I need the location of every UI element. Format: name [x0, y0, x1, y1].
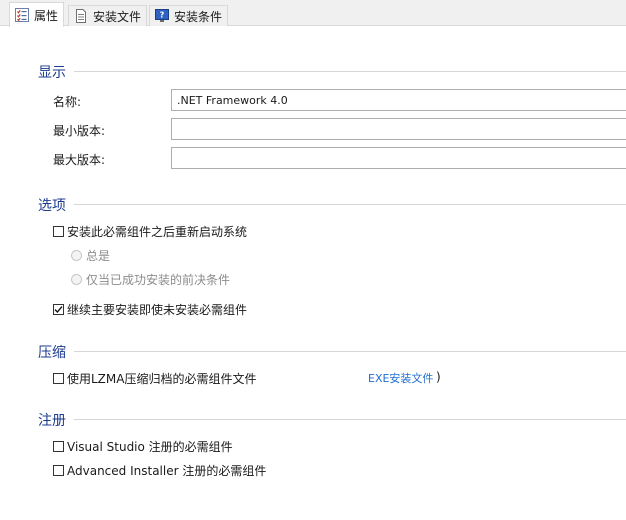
- restart-label: 安装此必需组件之后重新启动系统: [67, 225, 248, 239]
- checkbox-box[interactable]: [53, 441, 64, 452]
- tab-strip: 属性 安装文件 ? 安装条件: [0, 0, 626, 27]
- section-divider: [74, 204, 626, 205]
- max-version-input[interactable]: [171, 147, 626, 169]
- name-input[interactable]: [171, 89, 626, 111]
- ai-registered-label: Advanced Installer 注册的必需组件: [67, 464, 267, 478]
- tab-label: 安装文件: [93, 9, 142, 24]
- tab-label: 属性: [34, 8, 59, 23]
- tab-properties[interactable]: 属性: [9, 2, 65, 27]
- only-if-installed-label: 仅当已成功安装的前决条件: [86, 273, 231, 287]
- radio-circle[interactable]: [71, 274, 82, 285]
- checkbox-box[interactable]: [53, 373, 64, 384]
- document-icon: [74, 9, 88, 23]
- min-version-label: 最小版本:: [53, 124, 106, 138]
- max-version-label: 最大版本:: [53, 153, 106, 167]
- only-if-installed-radio[interactable]: 仅当已成功安装的前决条件: [71, 271, 230, 288]
- section-divider: [74, 419, 626, 420]
- checkbox-box[interactable]: [53, 465, 64, 476]
- vs-registered-label: Visual Studio 注册的必需组件: [67, 440, 233, 454]
- vs-registered-checkbox[interactable]: Visual Studio 注册的必需组件: [53, 438, 233, 455]
- min-version-input[interactable]: [171, 118, 626, 140]
- section-title-registration: 注册: [38, 413, 66, 429]
- lzma-checkbox[interactable]: 使用LZMA压缩归档的必需组件文件: [53, 370, 256, 387]
- continue-install-checkbox[interactable]: 继续主要安装即使未安装必需组件: [53, 301, 247, 318]
- help-monitor-icon: ?: [155, 9, 169, 23]
- closing-paren: ): [436, 370, 441, 384]
- checkmark-icon: [54, 306, 63, 314]
- restart-checkbox[interactable]: 安装此必需组件之后重新启动系统: [53, 223, 247, 240]
- always-radio[interactable]: 总是: [71, 247, 110, 264]
- section-divider: [74, 71, 626, 72]
- tab-install-conditions[interactable]: ? 安装条件: [149, 5, 229, 26]
- section-title-options: 选项: [38, 198, 66, 214]
- section-title-compression: 压缩: [38, 345, 66, 361]
- properties-list-icon: [15, 8, 29, 22]
- radio-circle[interactable]: [71, 250, 82, 261]
- ai-registered-checkbox[interactable]: Advanced Installer 注册的必需组件: [53, 462, 266, 479]
- tab-install-files[interactable]: 安装文件: [68, 5, 148, 26]
- svg-text:?: ?: [160, 11, 165, 20]
- checkbox-box[interactable]: [53, 304, 64, 315]
- section-divider: [74, 351, 626, 352]
- always-label: 总是: [86, 249, 111, 263]
- section-title-display: 显示: [38, 65, 66, 81]
- continue-install-label: 继续主要安装即使未安装必需组件: [67, 303, 248, 317]
- lzma-label: 使用LZMA压缩归档的必需组件文件: [67, 372, 257, 386]
- name-label: 名称:: [53, 95, 82, 109]
- checkbox-box[interactable]: [53, 226, 64, 237]
- exe-install-file-link[interactable]: EXE安装文件: [368, 370, 433, 386]
- tab-label: 安装条件: [174, 9, 223, 24]
